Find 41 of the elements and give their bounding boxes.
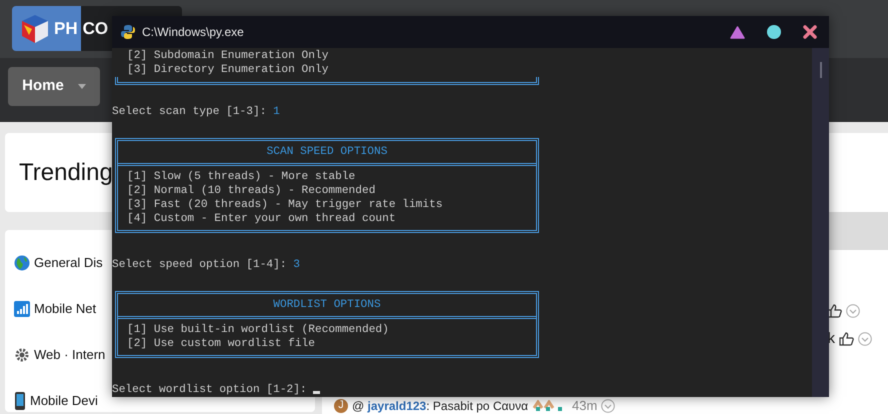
thumbs-up-icon[interactable] xyxy=(839,332,854,346)
cube-logo-icon xyxy=(20,12,50,44)
globe-icon xyxy=(14,255,30,271)
category-link[interactable]: Web · Intern xyxy=(34,345,106,365)
prompt-answer: 3 xyxy=(293,259,300,271)
maximize-circle-icon[interactable] xyxy=(767,25,781,39)
app-icon xyxy=(120,24,136,40)
gear-icon xyxy=(14,347,30,363)
phone-icon xyxy=(14,392,26,410)
console-line: [2] Subdomain Enumeration Only xyxy=(126,49,330,63)
caret-icon xyxy=(78,84,86,89)
category-link[interactable]: Mobile Devi xyxy=(30,391,98,411)
signal-bars-icon xyxy=(14,301,30,317)
category-link[interactable]: Mobile Net xyxy=(34,299,96,319)
chevron-down-icon[interactable] xyxy=(601,398,616,412)
prompt-text: Select scan type [1-3]: xyxy=(112,106,268,118)
prompt-text: Select speed option [1-4]: xyxy=(112,259,288,271)
close-icon[interactable] xyxy=(803,25,817,39)
menu-option: [3] Fast (20 threads) - May trigger rate limits xyxy=(118,198,536,212)
frame-heading: SCAN SPEED OPTIONS xyxy=(266,145,388,159)
logo-text: PH xyxy=(54,18,78,40)
message-time: 43m xyxy=(572,396,598,414)
menu-option: [2] Normal (10 threads) - Recommended xyxy=(118,184,536,198)
scrollbar[interactable] xyxy=(812,48,829,397)
console-line: [3] Directory Enumeration Only xyxy=(126,63,330,77)
frame-heading: WORDLIST OPTIONS xyxy=(272,298,382,312)
menu-option: [4] Custom - Enter your own thread count xyxy=(118,212,536,226)
avatar: J xyxy=(334,398,348,412)
shout-message: @ jayrald123: Pasabit po Cαυνα xyxy=(352,398,528,414)
menu-option: [2] Use custom wordlist file xyxy=(118,337,536,351)
minimize-triangle-icon[interactable] xyxy=(730,26,745,38)
menu-option: [1] Use built-in wordlist (Recommended) xyxy=(118,323,536,337)
prompt-answer: 1 xyxy=(273,106,280,118)
home-tab[interactable]: Home xyxy=(8,67,100,106)
window-title: C:\Windows\py.exe xyxy=(142,24,245,41)
menu-option: [1] Slow (5 threads) - More stable xyxy=(118,170,536,184)
prompt-text: Select wordlist option [1-2]: xyxy=(112,384,308,396)
logo-text: CO xyxy=(82,18,108,40)
thumbs-up-icon[interactable] xyxy=(827,304,842,318)
category-link[interactable]: General Dis xyxy=(34,253,103,273)
trending-title: Trending xyxy=(19,158,113,188)
